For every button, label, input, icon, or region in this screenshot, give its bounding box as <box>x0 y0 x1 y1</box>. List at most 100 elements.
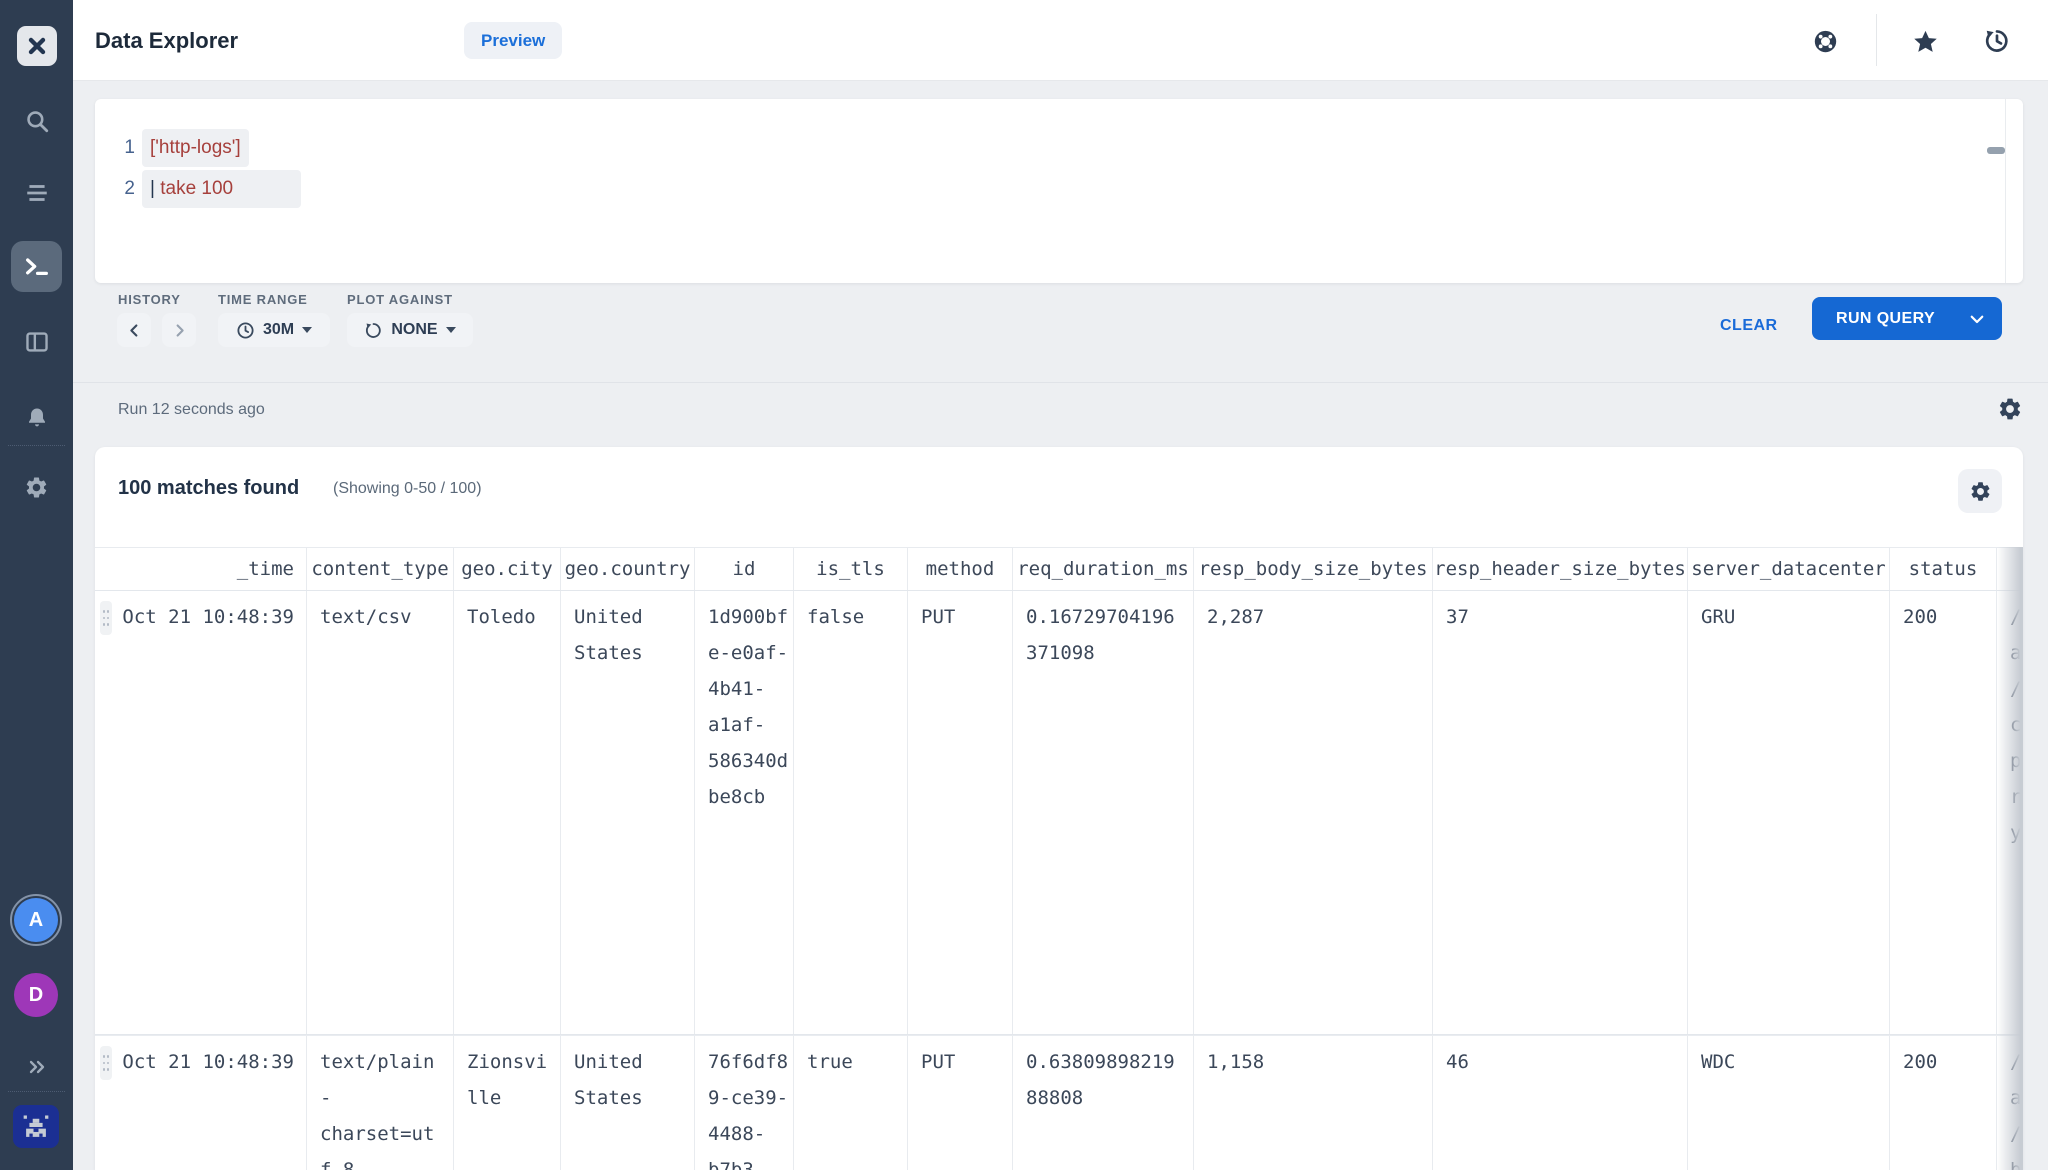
history-label: HISTORY <box>118 292 181 307</box>
cell-resp-body-size[interactable]: 1,158 <box>1194 1036 1433 1170</box>
time-range-button[interactable]: 30M <box>218 313 330 347</box>
cell-req-duration[interactable]: 0.16729704196371098 <box>1013 591 1194 1034</box>
run-status-row: Run 12 seconds ago <box>73 384 2048 446</box>
sidebar-item-alerts[interactable] <box>0 398 73 438</box>
sidebar-item-query-active[interactable] <box>11 241 62 292</box>
table-header-row: _time content_type geo.city geo.country … <box>95 547 2023 591</box>
sidebar-item-settings[interactable] <box>0 467 73 507</box>
query-editor[interactable]: 1 ['http-logs'] 2 | take 100 <box>95 99 2023 283</box>
cell-time[interactable]: Oct 21 10:48:39 <box>95 591 307 1034</box>
time-range-value: 30M <box>263 321 294 339</box>
topbar: Data Explorer Preview <box>73 0 2048 81</box>
column-header[interactable]: is_tls <box>794 548 908 590</box>
column-header[interactable]: _time <box>95 548 307 590</box>
cell-geo-country[interactable]: United States <box>561 591 695 1034</box>
row-drag-handle[interactable] <box>100 601 112 635</box>
column-header[interactable]: method <box>908 548 1013 590</box>
column-header[interactable]: resp_body_size_bytes <box>1194 548 1433 590</box>
avatar-d[interactable]: D <box>14 973 58 1017</box>
column-header[interactable]: server_datacenter <box>1688 548 1890 590</box>
cell-content-type[interactable]: text/csv <box>307 591 454 1034</box>
column-header[interactable]: resp_header_size_bytes <box>1433 548 1688 590</box>
cell-status[interactable]: 200 <box>1890 1036 1997 1170</box>
cell-method[interactable]: PUT <box>908 591 1013 1034</box>
help-lifebuoy-icon <box>1812 28 1839 55</box>
sidebar-item-search[interactable] <box>0 101 73 141</box>
cell-id[interactable]: 1d900bfe-e0af-4b41-a1af-586340dbe8cb <box>695 591 794 1034</box>
history-back-button[interactable] <box>117 313 151 347</box>
code-token: ['http-logs'] <box>150 137 241 158</box>
cell-uri-partial[interactable]: /a /b ar <box>1997 1036 2023 1170</box>
time-range-label: TIME RANGE <box>218 292 308 307</box>
showing-range: (Showing 0-50 / 100) <box>333 480 482 498</box>
sidebar-item-stream[interactable] <box>0 173 73 213</box>
run-query-button[interactable]: RUN QUERY <box>1812 297 2002 340</box>
preview-badge[interactable]: Preview <box>464 22 562 59</box>
clear-button[interactable]: CLEAR <box>1720 317 1778 335</box>
chevron-down-icon <box>1968 310 1986 328</box>
cell-method[interactable]: PUT <box>908 1036 1013 1170</box>
cell-geo-city[interactable]: Zionsville <box>454 1036 561 1170</box>
caret-down-icon <box>302 327 312 333</box>
plot-against-label: PLOT AGAINST <box>347 292 453 307</box>
cell-req-duration[interactable]: 0.6380989821988808 <box>1013 1036 1194 1170</box>
cell-time[interactable]: Oct 21 10:48:39 <box>95 1036 307 1170</box>
cell-id[interactable]: 76f6df89-ce39-4488-b7b3- <box>695 1036 794 1170</box>
cell-status[interactable]: 200 <box>1890 591 1997 1034</box>
column-header[interactable]: status <box>1890 548 1997 590</box>
code-token: take 100 <box>160 178 233 199</box>
column-header[interactable]: id <box>695 548 794 590</box>
column-header[interactable]: content_type <box>307 548 454 590</box>
cell-resp-body-size[interactable]: 2,287 <box>1194 591 1433 1034</box>
table-row[interactable]: Oct 21 10:48:39 text/csv Toledo United S… <box>95 591 2023 1035</box>
cell-is-tls[interactable]: false <box>794 591 908 1034</box>
history-small-icon <box>364 321 383 340</box>
terminal-icon <box>23 253 51 281</box>
history-forward-button[interactable] <box>162 313 196 347</box>
app-logo[interactable] <box>17 26 57 66</box>
cell-is-tls[interactable]: true <box>794 1036 908 1170</box>
star-icon <box>1912 28 1939 55</box>
help-button[interactable] <box>1811 27 1839 55</box>
cell-resp-header-size[interactable]: 46 <box>1433 1036 1688 1170</box>
query-history-button[interactable] <box>1983 27 2011 55</box>
row-drag-handle[interactable] <box>100 1046 112 1080</box>
column-header <box>1997 548 2023 590</box>
table-row[interactable]: Oct 21 10:48:39 text/plain - charset=utf… <box>95 1036 2023 1170</box>
editor-line-1[interactable]: ['http-logs'] <box>142 129 249 167</box>
sidebar-expand-button[interactable] <box>0 1047 73 1087</box>
results-table: _time content_type geo.city geo.country … <box>95 547 2023 1170</box>
cell-resp-header-size[interactable]: 37 <box>1433 591 1688 1034</box>
line-number: 1 <box>95 129 135 167</box>
x-logo-icon <box>25 34 49 58</box>
query-controls: HISTORY TIME RANGE 30M PLOT AGAINST NONE… <box>73 283 2048 383</box>
avatar-a[interactable]: A <box>14 898 58 942</box>
dashboard-icon <box>24 329 50 355</box>
cell-geo-city[interactable]: Toledo <box>454 591 561 1034</box>
editor-scrollbar-thumb[interactable] <box>1987 147 2005 154</box>
favorites-button[interactable] <box>1911 27 1939 55</box>
chevron-right-icon <box>172 323 187 338</box>
sidebar-item-dashboards[interactable] <box>0 322 73 362</box>
plot-against-value: NONE <box>391 321 437 339</box>
code-pipe: | <box>150 178 160 199</box>
column-header[interactable]: geo.city <box>454 548 561 590</box>
cell-content-type[interactable]: text/plain - charset=utf-8 <box>307 1036 454 1170</box>
plot-against-button[interactable]: NONE <box>347 313 473 347</box>
column-header[interactable]: geo.country <box>561 548 695 590</box>
column-header[interactable]: req_duration_ms <box>1013 548 1194 590</box>
cell-geo-country[interactable]: United States <box>561 1036 695 1170</box>
run-query-label: RUN QUERY <box>1836 310 1935 328</box>
editor-line-2[interactable]: | take 100 <box>142 170 301 208</box>
results-panel: 100 matches found (Showing 0-50 / 100) _… <box>95 447 2023 1170</box>
gear-icon <box>1997 396 2023 422</box>
cell-uri-partial[interactable]: /a /c pr y <box>1997 591 2023 1034</box>
stream-icon <box>24 180 50 206</box>
cell-server-datacenter[interactable]: GRU <box>1688 591 1890 1034</box>
cell-server-datacenter[interactable]: WDC <box>1688 1036 1890 1170</box>
page-title: Data Explorer <box>95 28 238 54</box>
run-settings-button[interactable] <box>1997 396 2023 422</box>
table-settings-button[interactable] <box>1958 469 2002 513</box>
clock-icon <box>236 321 255 340</box>
brand-pixel-logo[interactable] <box>13 1105 59 1148</box>
